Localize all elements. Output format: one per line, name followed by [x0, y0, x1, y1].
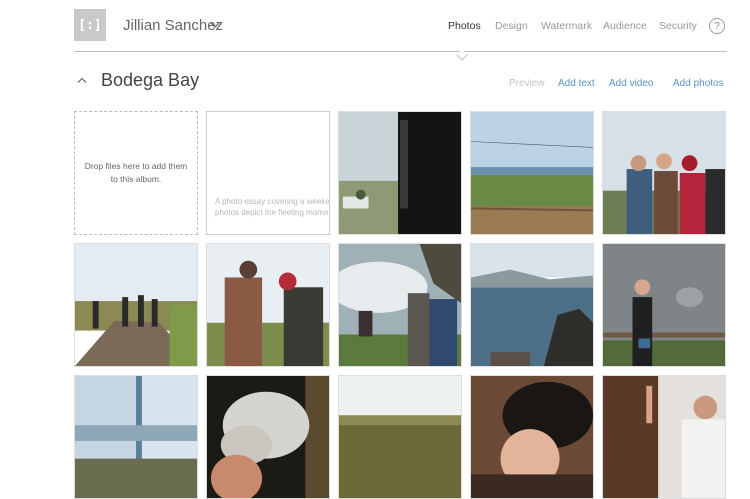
text-block-line: photos depict the fleeting mome — [215, 208, 329, 217]
photo-image — [471, 112, 593, 234]
add-video-button[interactable]: Add video — [609, 78, 653, 89]
photo-image — [471, 376, 593, 498]
photo-image — [339, 244, 461, 366]
add-text-button[interactable]: Add text — [558, 78, 595, 89]
photo-thumbnail[interactable] — [602, 375, 726, 499]
photo-image — [339, 376, 461, 498]
nav-tab-watermark[interactable]: Watermark — [541, 20, 592, 32]
photo-thumbnail[interactable] — [602, 243, 726, 367]
site-logo[interactable]: [:] — [74, 9, 106, 41]
photo-image — [207, 376, 329, 498]
logo-glyph: [:] — [78, 17, 102, 33]
photo-image — [603, 112, 725, 234]
preview-button[interactable]: Preview — [509, 78, 545, 89]
photo-thumbnail[interactable] — [470, 243, 594, 367]
photo-thumbnail[interactable] — [470, 375, 594, 499]
text-block-card[interactable]: A photo essay covering a weeke photos de… — [206, 111, 330, 235]
photo-thumbnail[interactable] — [338, 111, 462, 235]
text-block-line: A photo essay covering a weeke — [215, 197, 330, 206]
nav-tab-design[interactable]: Design — [495, 20, 528, 32]
drop-zone-text: Drop files here to add them to this albu… — [84, 161, 188, 184]
photo-thumbnail[interactable] — [206, 243, 330, 367]
help-label: ? — [714, 20, 720, 32]
album-title: Bodega Bay — [101, 70, 200, 90]
chevron-down-icon[interactable] — [209, 19, 221, 31]
photo-image — [75, 376, 197, 498]
nav-tab-audience[interactable]: Audience — [603, 20, 647, 32]
nav-tab-security[interactable]: Security — [659, 20, 697, 32]
header-divider — [74, 51, 727, 52]
nav-tab-photos[interactable]: Photos — [448, 20, 481, 32]
photo-image — [75, 244, 197, 366]
photo-image — [603, 244, 725, 366]
photo-image — [339, 112, 461, 234]
photo-image — [207, 244, 329, 366]
text-block-preview: A photo essay covering a weeke photos de… — [215, 196, 330, 218]
add-photos-button[interactable]: Add photos — [673, 78, 724, 89]
photo-image — [603, 376, 725, 498]
photo-thumbnail[interactable] — [338, 243, 462, 367]
photo-thumbnail[interactable] — [602, 111, 726, 235]
photo-thumbnail[interactable] — [206, 375, 330, 499]
drop-zone[interactable]: Drop files here to add them to this albu… — [74, 111, 198, 235]
photo-thumbnail[interactable] — [74, 243, 198, 367]
photo-image — [471, 244, 593, 366]
photo-thumbnail[interactable] — [470, 111, 594, 235]
top-header: [:] Jillian Sanchez Photos Design Waterm… — [0, 0, 750, 52]
photo-thumbnail[interactable] — [74, 375, 198, 499]
chevron-up-icon[interactable] — [77, 76, 87, 84]
help-icon[interactable]: ? — [709, 18, 725, 34]
photo-thumbnail[interactable] — [338, 375, 462, 499]
